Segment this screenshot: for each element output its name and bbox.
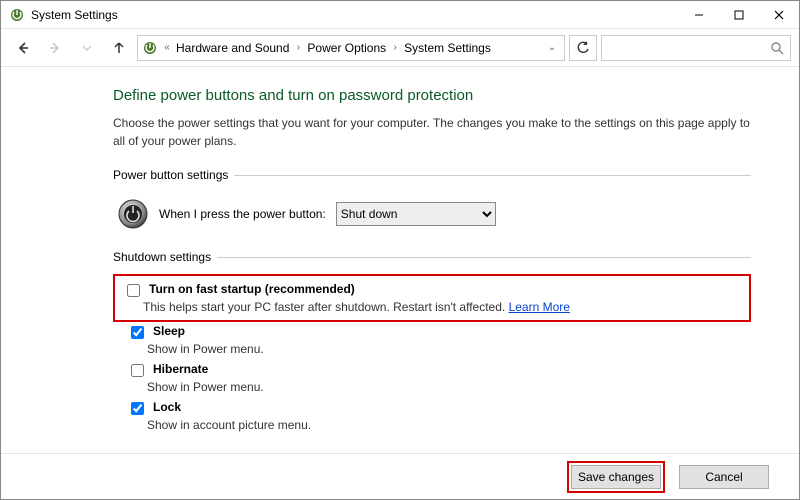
breadcrumb-label: System Settings	[404, 41, 491, 55]
search-input[interactable]	[608, 40, 770, 56]
forward-button[interactable]	[41, 34, 69, 62]
power-button-action-select[interactable]: Shut down	[336, 202, 496, 226]
sleep-input[interactable]	[131, 326, 144, 339]
close-button[interactable]	[759, 1, 799, 29]
up-button[interactable]	[105, 34, 133, 62]
shutdown-settings-legend: Shutdown settings	[113, 250, 217, 264]
hibernate-checkbox[interactable]: Hibernate	[127, 362, 751, 380]
highlight-box-save: Save changes	[567, 461, 665, 493]
breadcrumb-system-settings[interactable]: System Settings	[402, 41, 493, 55]
sleep-desc: Show in Power menu.	[127, 342, 751, 356]
power-button-settings-group: Power button settings When I press the p…	[113, 168, 751, 236]
chevron-right-icon[interactable]: ›	[293, 42, 303, 53]
fast-startup-checkbox[interactable]: Turn on fast startup (recommended)	[123, 282, 741, 300]
lock-input[interactable]	[131, 402, 144, 415]
chevron-right-icon[interactable]: ›	[390, 42, 400, 53]
hibernate-input[interactable]	[131, 364, 144, 377]
recent-locations-button[interactable]	[73, 34, 101, 62]
cancel-button[interactable]: Cancel	[679, 465, 769, 489]
toolbar: « Hardware and Sound › Power Options › S…	[1, 29, 799, 67]
back-arrow-icon	[15, 40, 31, 56]
maximize-icon	[734, 10, 744, 20]
sleep-checkbox[interactable]: Sleep	[127, 324, 751, 342]
hibernate-title: Hibernate	[153, 362, 208, 376]
content-area: Define power buttons and turn on passwor…	[1, 67, 799, 453]
maximize-button[interactable]	[719, 1, 759, 29]
titlebar: System Settings	[1, 1, 799, 29]
breadcrumb-label: Hardware and Sound	[176, 41, 289, 55]
window-title: System Settings	[31, 8, 118, 22]
search-box[interactable]	[601, 35, 791, 61]
breadcrumb-root-chev[interactable]: «	[162, 42, 172, 53]
back-button[interactable]	[9, 34, 37, 62]
footer: Save changes Cancel	[1, 453, 799, 499]
fast-startup-input[interactable]	[127, 284, 140, 297]
shutdown-settings-group: Shutdown settings Turn on fast startup (…	[113, 250, 751, 436]
chevron-down-icon	[82, 43, 92, 53]
save-changes-button[interactable]: Save changes	[571, 465, 661, 489]
power-button-settings-legend: Power button settings	[113, 168, 234, 182]
page-description: Choose the power settings that you want …	[113, 114, 751, 150]
refresh-icon	[576, 41, 590, 55]
lock-checkbox[interactable]: Lock	[127, 400, 751, 418]
close-icon	[774, 10, 784, 20]
hibernate-desc: Show in Power menu.	[127, 380, 751, 394]
fast-startup-desc: This helps start your PC faster after sh…	[143, 300, 505, 314]
power-options-icon	[142, 40, 158, 56]
learn-more-link[interactable]: Learn More	[509, 300, 570, 314]
page-title: Define power buttons and turn on passwor…	[113, 87, 751, 104]
up-arrow-icon	[111, 40, 127, 56]
power-options-icon	[9, 7, 25, 23]
breadcrumb-power-options[interactable]: Power Options	[305, 41, 388, 55]
refresh-button[interactable]	[569, 35, 597, 61]
lock-desc: Show in account picture menu.	[127, 418, 751, 432]
lock-title: Lock	[153, 400, 181, 414]
power-button-label: When I press the power button:	[159, 207, 326, 221]
sleep-title: Sleep	[153, 324, 185, 338]
breadcrumb-hardware-and-sound[interactable]: Hardware and Sound	[174, 41, 291, 55]
fast-startup-title: Turn on fast startup (recommended)	[149, 282, 355, 296]
chevron-down-icon[interactable]: ⌄	[544, 42, 560, 53]
minimize-icon	[694, 10, 704, 20]
breadcrumb[interactable]: « Hardware and Sound › Power Options › S…	[137, 35, 565, 61]
forward-arrow-icon	[47, 40, 63, 56]
search-icon	[770, 41, 784, 55]
highlight-box-fast-startup: Turn on fast startup (recommended) This …	[113, 274, 751, 322]
breadcrumb-label: Power Options	[307, 41, 386, 55]
power-button-icon	[117, 198, 149, 230]
minimize-button[interactable]	[679, 1, 719, 29]
